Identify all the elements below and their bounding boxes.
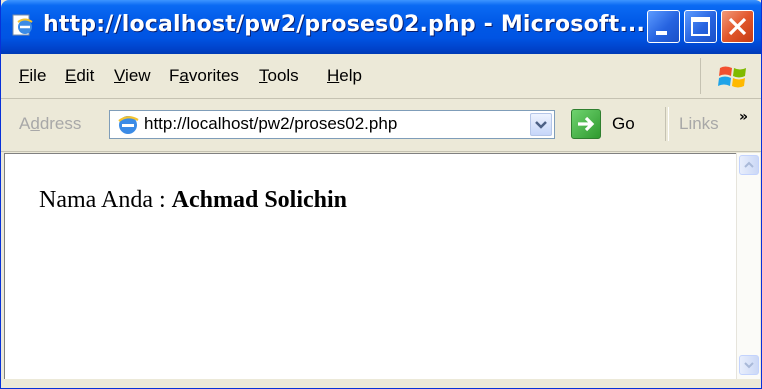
maximize-icon [691, 17, 710, 36]
minimize-icon [656, 31, 667, 35]
ie-logo-icon [118, 116, 139, 134]
go-label[interactable]: Go [612, 114, 635, 134]
scroll-down-button[interactable] [739, 355, 759, 375]
minimize-button[interactable] [647, 10, 680, 43]
links-chevron-icon[interactable]: » [739, 109, 748, 125]
links-label[interactable]: Links [679, 114, 719, 134]
ie-page-icon [12, 14, 33, 36]
name-value: Achmad Solichin [171, 187, 348, 213]
chevron-down-icon [535, 121, 547, 129]
go-button[interactable] [571, 109, 601, 139]
windows-flag-icon [718, 66, 746, 88]
address-bar: Address http://localhost/pw2/proses02.ph… [1, 99, 761, 152]
menu-favorites[interactable]: Favorites [169, 66, 239, 86]
menu-edit[interactable]: Edit [65, 66, 94, 86]
toolbar-separator [665, 107, 669, 141]
browser-window: http://localhost/pw2/proses02.php - Micr… [0, 0, 762, 389]
address-label: Address [19, 114, 82, 133]
address-url: http://localhost/pw2/proses02.php [144, 114, 398, 133]
chevron-up-icon [744, 161, 754, 168]
window-title: http://localhost/pw2/proses02.php - Micr… [43, 12, 646, 37]
menu-tools[interactable]: Tools [259, 66, 299, 86]
scroll-up-button[interactable] [739, 155, 759, 175]
close-icon [728, 17, 747, 36]
menu-bar: File Edit View Favorites Tools Help [1, 54, 761, 99]
menu-separator [700, 58, 701, 94]
menu-file[interactable]: File [19, 66, 46, 86]
name-label: Nama Anda : [39, 187, 172, 213]
close-button[interactable] [721, 10, 754, 43]
chevron-down-icon [744, 362, 754, 369]
page-content: Nama Anda : Achmad Solichin [4, 153, 736, 379]
result-line: Nama Anda : Achmad Solichin [39, 187, 347, 214]
arrow-right-icon [578, 116, 595, 132]
vertical-scrollbar[interactable] [736, 153, 760, 379]
address-input[interactable]: http://localhost/pw2/proses02.php [109, 110, 555, 139]
maximize-button[interactable] [684, 10, 717, 43]
title-bar[interactable]: http://localhost/pw2/proses02.php - Micr… [1, 0, 761, 54]
address-dropdown-button[interactable] [530, 113, 552, 136]
menu-help[interactable]: Help [327, 66, 362, 86]
menu-view[interactable]: View [114, 66, 151, 86]
